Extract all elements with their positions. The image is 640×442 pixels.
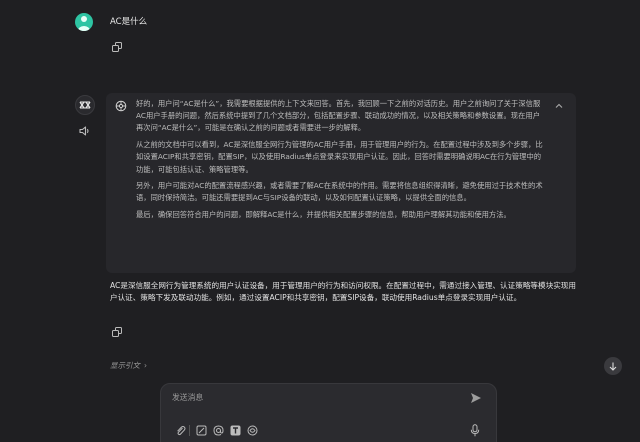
show-references-label: 显示引文 bbox=[110, 361, 140, 370]
infinity-logo-icon bbox=[79, 101, 91, 109]
thinking-text: 好的，用户问“AC是什么”，我需要根据提供的上下文来回答。首先，我回顾一下之前的… bbox=[136, 98, 544, 226]
thinking-paragraph: 从之前的文档中可以看到，AC是深信服全网行为管理的AC用户手册，用于管理用户的行… bbox=[136, 140, 543, 174]
chevron-right-icon: › bbox=[144, 361, 147, 370]
copy-icon[interactable] bbox=[112, 42, 123, 53]
assistant-avatar bbox=[75, 95, 95, 115]
assistant-answer: AC是深信服全网行为管理系统的用户认证设备，用于管理用户的行为和访问权限。在配置… bbox=[110, 281, 576, 302]
edit-icon[interactable] bbox=[196, 425, 207, 436]
show-references-link[interactable]: 显示引文 › bbox=[110, 360, 147, 371]
microphone-icon[interactable] bbox=[470, 424, 480, 437]
scroll-down-button[interactable] bbox=[604, 357, 622, 375]
chevron-up-icon[interactable] bbox=[555, 102, 563, 110]
thinking-paragraph: 好的，用户问“AC是什么”，我需要根据提供的上下文来回答。首先，我回顾一下之前的… bbox=[136, 99, 541, 133]
mention-icon[interactable] bbox=[213, 425, 224, 436]
thinking-paragraph: 最后，确保回答符合用户的问题，即解释AC是什么，并提供相关配置步骤的信息，帮助用… bbox=[136, 210, 511, 220]
user-message-text: AC是什么 bbox=[110, 17, 148, 27]
copy-icon[interactable] bbox=[112, 327, 123, 338]
toolbar-divider bbox=[189, 425, 190, 436]
arrow-down-icon bbox=[609, 362, 617, 371]
thinking-paragraph: 另外，用户可能对AC的配置流程感兴趣，或者需要了解AC在系统中的作用。需要将信息… bbox=[136, 181, 543, 203]
user-avatar bbox=[75, 13, 93, 31]
message-composer bbox=[160, 383, 497, 442]
paperclip-icon[interactable] bbox=[175, 425, 186, 436]
text-format-icon[interactable] bbox=[230, 425, 241, 436]
speaker-icon[interactable] bbox=[79, 126, 91, 136]
send-icon[interactable] bbox=[470, 392, 482, 404]
thinking-icon bbox=[115, 100, 127, 112]
plugin-icon[interactable] bbox=[247, 425, 258, 436]
message-input[interactable]: 发送消息 bbox=[172, 392, 203, 403]
